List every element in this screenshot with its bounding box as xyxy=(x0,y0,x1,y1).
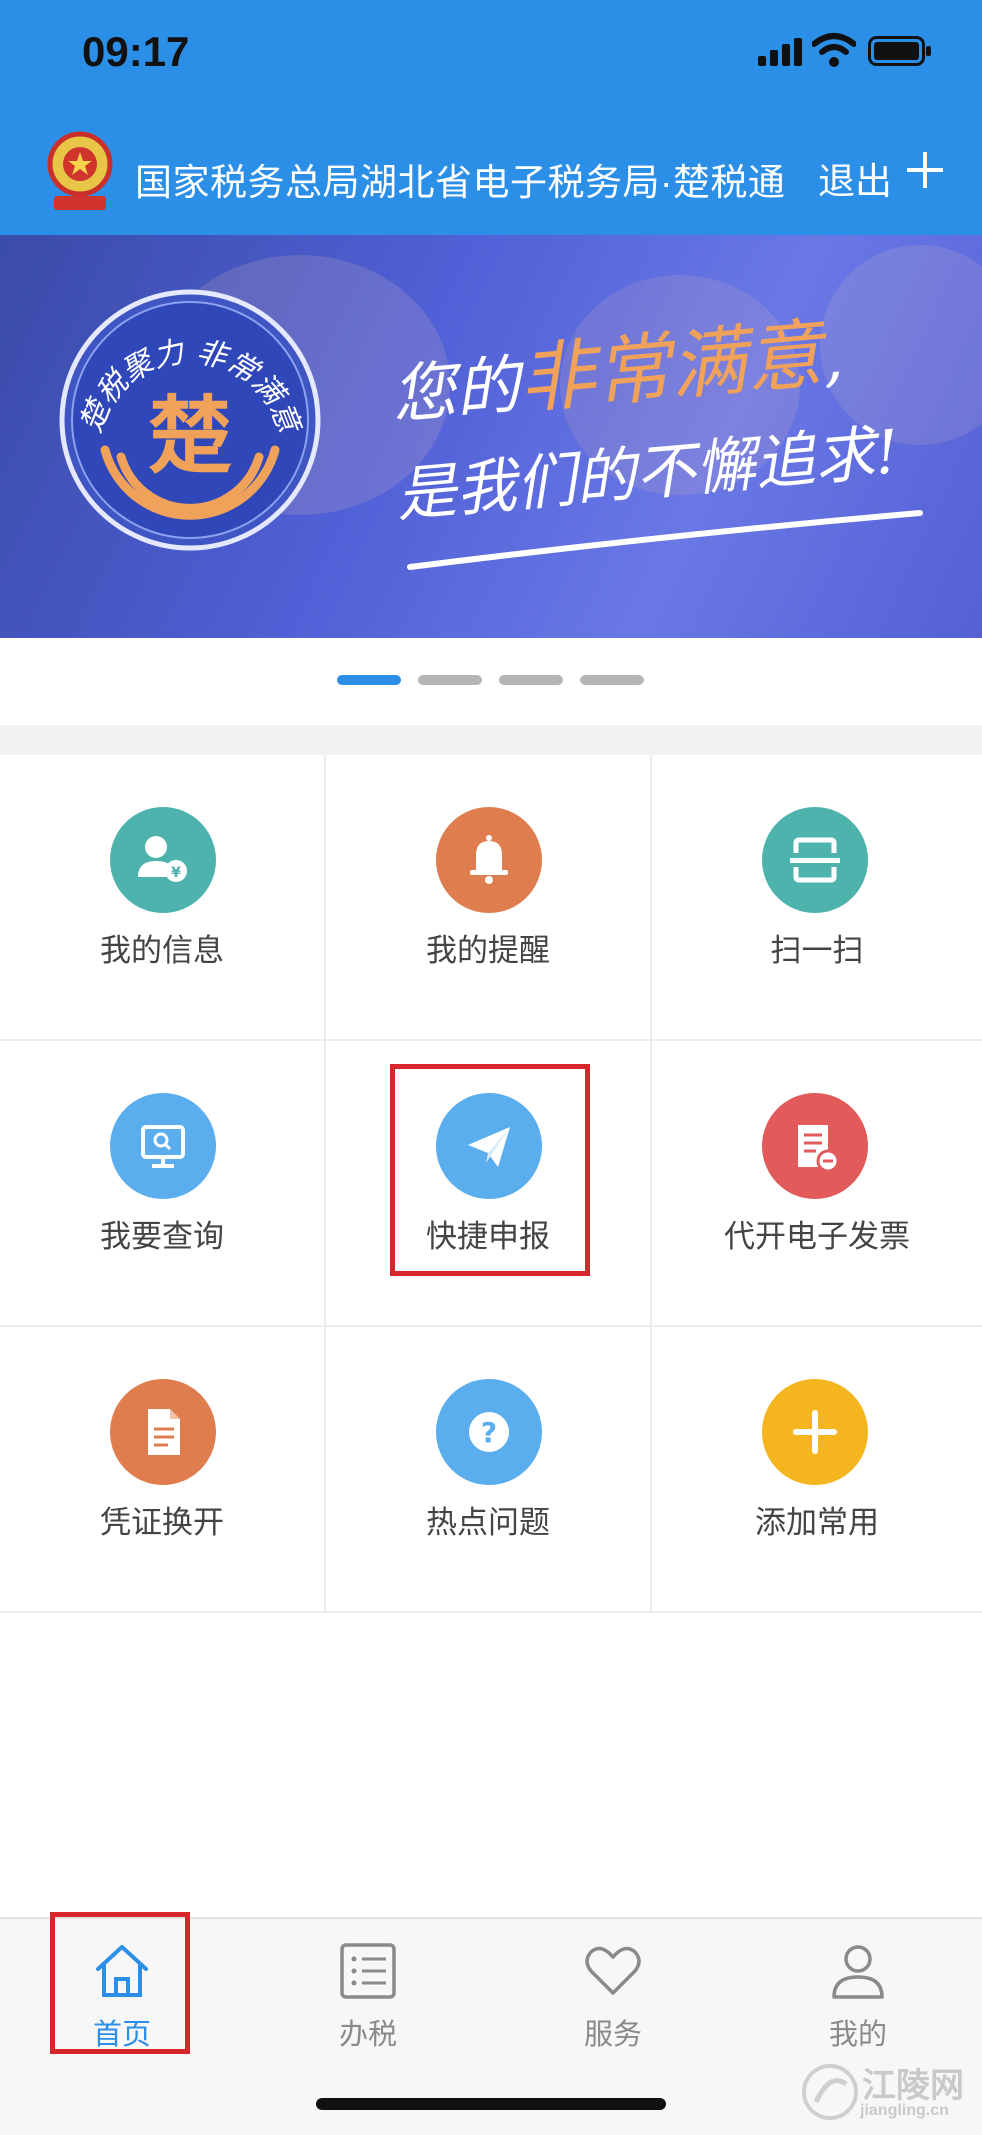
grid-item-query[interactable]: 我要查询 xyxy=(0,1041,326,1327)
seal-glyph: 楚 xyxy=(148,386,232,485)
person-icon xyxy=(832,1945,884,1999)
watermark-url: jiangling.cn xyxy=(860,2102,949,2119)
question-icon: ? xyxy=(436,1379,542,1485)
grid-item-label: 凭证换开 xyxy=(100,1505,224,1540)
annotation-highlight-quick-declare xyxy=(390,1064,590,1276)
grid-item-label: 我的信息 xyxy=(100,933,224,968)
site-watermark: 江陵网 jiangling.cn xyxy=(800,2058,975,2130)
invoice-icon xyxy=(762,1093,868,1199)
plus-icon[interactable] xyxy=(903,148,947,192)
grid-item-add-favorite[interactable]: 添加常用 xyxy=(652,1327,982,1613)
carousel-dot[interactable] xyxy=(580,675,644,685)
user-yuan-icon: ¥ xyxy=(110,807,216,913)
monitor-search-icon xyxy=(110,1093,216,1199)
carousel-dot[interactable] xyxy=(499,675,563,685)
bell-icon xyxy=(436,807,542,913)
tab-label: 服务 xyxy=(583,2019,642,2051)
heart-icon xyxy=(585,1946,641,1995)
carousel-indicator xyxy=(0,675,982,687)
tab-mine[interactable]: 我的 xyxy=(788,1929,928,2051)
tab-tax-handling[interactable]: 办税 xyxy=(298,1929,438,2051)
document-icon xyxy=(110,1379,216,1485)
section-divider xyxy=(0,725,982,755)
grid-item-label: 我要查询 xyxy=(100,1219,224,1254)
grid-item-label: 添加常用 xyxy=(755,1505,879,1540)
tax-bureau-emblem-icon xyxy=(47,131,113,210)
grid-item-voucher-reissue[interactable]: 凭证换开 xyxy=(0,1327,326,1613)
carousel-dot[interactable] xyxy=(418,675,482,685)
plus-circle-icon xyxy=(762,1379,868,1485)
grid-item-my-info[interactable]: ¥ 我的信息 xyxy=(0,755,326,1041)
grid-item-e-invoice[interactable]: 代开电子发票 xyxy=(652,1041,982,1327)
grid-item-label: 代开电子发票 xyxy=(724,1219,910,1254)
status-time: 09:17 xyxy=(82,28,190,75)
home-indicator[interactable] xyxy=(316,2098,666,2110)
app-title: 国家税务总局湖北省电子税务局·楚税通 xyxy=(135,162,786,203)
slogan-part-a: 您的 xyxy=(388,348,523,434)
logout-button[interactable]: 退出 xyxy=(818,151,892,205)
annotation-highlight-home xyxy=(50,1912,190,2054)
grid-item-label: 热点问题 xyxy=(426,1505,550,1540)
carousel-dot-active[interactable] xyxy=(337,675,401,685)
watermark-text: 江陵网 xyxy=(862,2067,964,2105)
tab-label: 我的 xyxy=(828,2019,887,2051)
grid-item-hot-questions[interactable]: ? 热点问题 xyxy=(326,1327,652,1613)
battery-icon xyxy=(868,36,931,66)
svg-text:¥: ¥ xyxy=(171,865,181,881)
top-bar: 09:17 国家税务总局湖北省电子税务局·楚税通 退出 xyxy=(0,0,982,235)
tab-services[interactable]: 服务 xyxy=(543,1929,683,2051)
cellular-signal-icon xyxy=(758,38,802,66)
slogan-underline-swoosh xyxy=(407,510,923,570)
scan-icon xyxy=(762,807,868,913)
promo-banner[interactable]: 楚税聚力 非常满意 楚 您的非常满意, 是我们的不懈追求! xyxy=(0,235,982,638)
grid-item-reminders[interactable]: 我的提醒 xyxy=(326,755,652,1041)
grid-item-label: 扫一扫 xyxy=(770,933,864,968)
tab-label: 办税 xyxy=(338,2019,397,2051)
watermark-logo-icon xyxy=(802,2064,858,2120)
grid-item-scan[interactable]: 扫一扫 xyxy=(652,755,982,1041)
list-icon xyxy=(340,1943,396,1999)
banner-seal-logo: 楚税聚力 非常满意 楚 xyxy=(59,289,321,551)
wifi-icon xyxy=(812,33,856,67)
svg-text:?: ? xyxy=(481,1416,497,1449)
grid-item-label: 我的提醒 xyxy=(426,933,550,968)
